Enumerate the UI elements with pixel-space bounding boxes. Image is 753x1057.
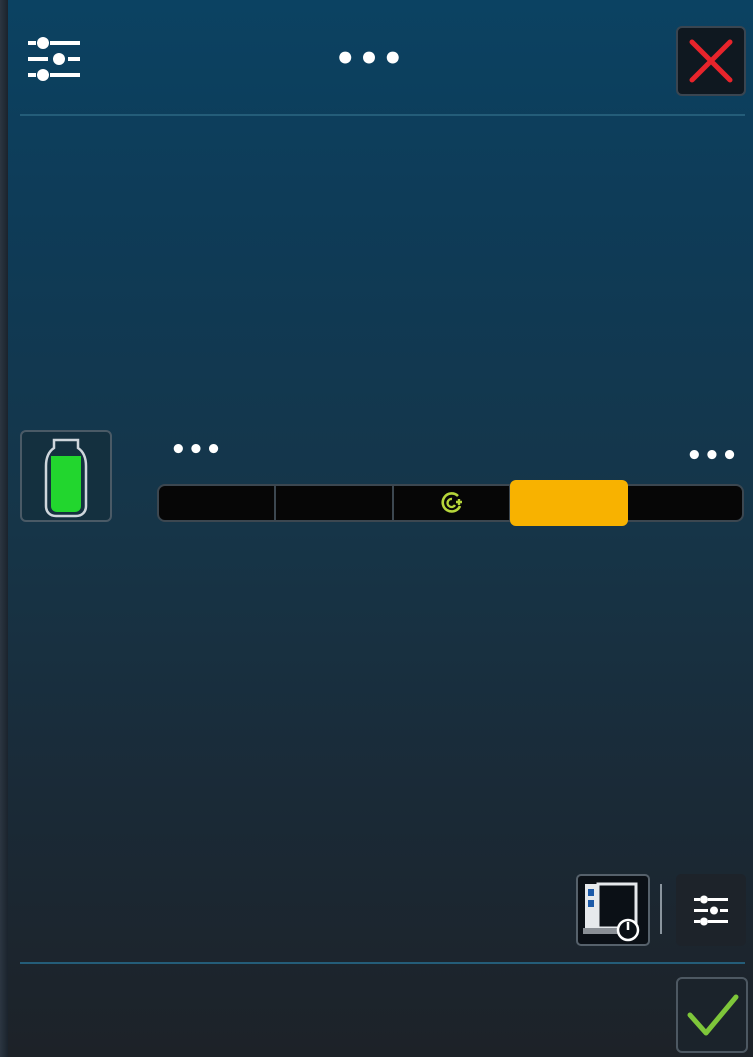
- close-button[interactable]: [676, 26, 746, 96]
- page-title: •••: [334, 39, 406, 79]
- intensity-segment-1[interactable]: [159, 486, 277, 520]
- oven-power-icon: [583, 882, 640, 942]
- settings-button-small[interactable]: [676, 874, 746, 946]
- header-divider: [20, 114, 745, 116]
- confirm-button[interactable]: [676, 977, 748, 1053]
- intensity-segment-2[interactable]: [276, 486, 394, 520]
- sliders-icon: [694, 895, 728, 926]
- cleaner-bottle-icon: [44, 438, 88, 518]
- footer-separator: [660, 884, 662, 934]
- footer-divider: [20, 962, 745, 964]
- intensity-segment-3[interactable]: [394, 486, 512, 520]
- intensity-label-left: •••: [170, 435, 223, 465]
- oven-power-button[interactable]: [576, 874, 650, 946]
- intensity-label-right: •••: [686, 441, 739, 471]
- checkmark-icon: [687, 994, 739, 1036]
- intensity-selector[interactable]: [157, 481, 744, 525]
- intensity-segment-5[interactable]: [627, 486, 742, 520]
- cleaner-tab-button[interactable]: [20, 430, 112, 522]
- close-x-icon: [689, 39, 733, 83]
- eco-icon: [440, 492, 462, 513]
- intensity-segment-4-selected[interactable]: [511, 481, 627, 525]
- settings-button[interactable]: [24, 32, 88, 88]
- sliders-icon: [28, 37, 80, 81]
- frame-edge: [0, 0, 8, 1057]
- screen: ••• ••• •••: [0, 0, 753, 1057]
